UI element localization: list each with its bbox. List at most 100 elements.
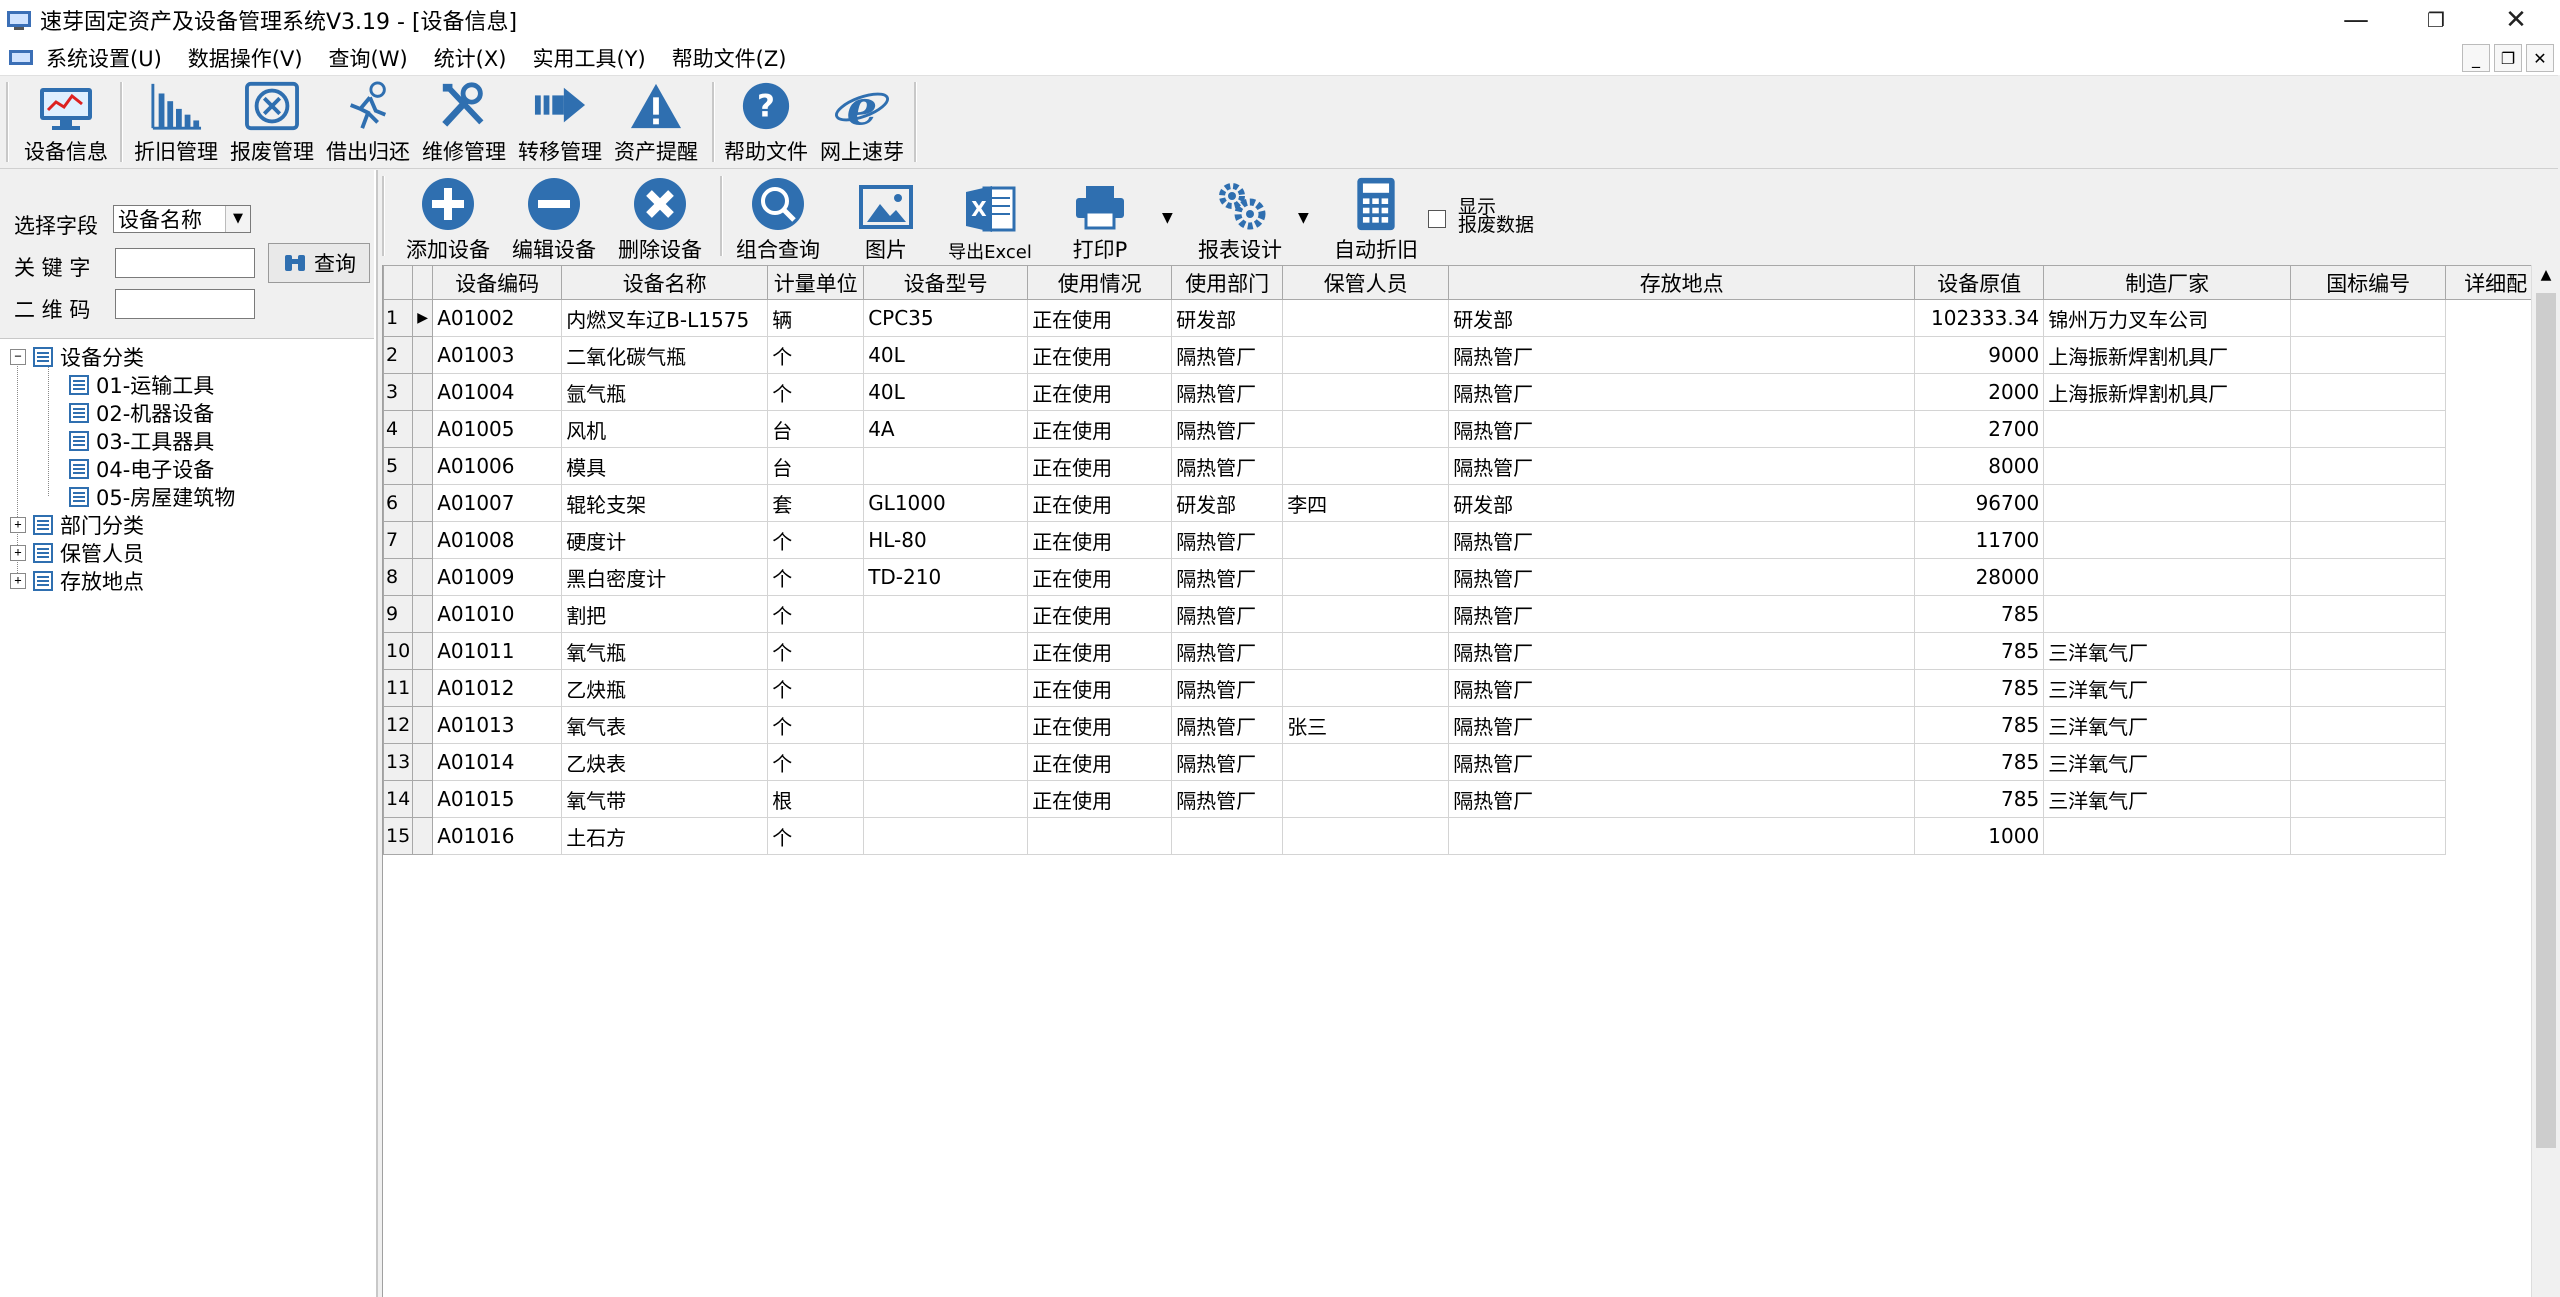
menu-utilities[interactable]: 实用工具(Y): [532, 43, 645, 73]
table-cell[interactable]: 个: [767, 743, 865, 781]
table-cell[interactable]: [863, 669, 1029, 707]
asset-reminder-button[interactable]: 资产提醒: [610, 80, 702, 166]
table-cell[interactable]: [1171, 817, 1284, 855]
table-cell[interactable]: [1282, 558, 1450, 596]
table-cell[interactable]: 个: [767, 669, 865, 707]
mdi-close-button[interactable]: ✕: [2526, 44, 2554, 72]
table-cell[interactable]: 研发部: [1171, 299, 1284, 337]
table-cell[interactable]: 氩气瓶: [561, 373, 769, 411]
table-cell[interactable]: [2043, 558, 2292, 596]
table-cell[interactable]: [863, 817, 1029, 855]
print-dropdown-icon[interactable]: ▼: [1162, 210, 1173, 226]
table-cell[interactable]: 三洋氧气厂: [2043, 632, 2292, 670]
table-cell[interactable]: 隔热管厂: [1448, 743, 1916, 781]
table-cell[interactable]: 正在使用: [1027, 410, 1173, 448]
table-cell[interactable]: [1282, 817, 1450, 855]
column-header[interactable]: 使用部门: [1171, 265, 1284, 300]
query-button[interactable]: 查询: [268, 243, 370, 283]
table-cell[interactable]: A01015: [432, 780, 563, 818]
table-cell[interactable]: 正在使用: [1027, 373, 1173, 411]
table-cell[interactable]: [1282, 521, 1450, 559]
menu-statistics[interactable]: 统计(X): [434, 43, 507, 73]
table-cell[interactable]: A01007: [432, 484, 563, 522]
table-cell[interactable]: 正在使用: [1027, 595, 1173, 633]
table-cell[interactable]: 三洋氧气厂: [2043, 669, 2292, 707]
table-cell[interactable]: [2290, 484, 2447, 522]
table-cell[interactable]: [1282, 632, 1450, 670]
online-suya-button[interactable]: e 网上速芽: [816, 80, 908, 166]
field-select[interactable]: 设备名称 ▼: [113, 205, 251, 233]
table-cell[interactable]: 上海振新焊割机具厂: [2043, 373, 2292, 411]
table-cell[interactable]: 正在使用: [1027, 706, 1173, 744]
table-cell[interactable]: 研发部: [1171, 484, 1284, 522]
table-cell[interactable]: 正在使用: [1027, 336, 1173, 374]
table-cell[interactable]: 正在使用: [1027, 521, 1173, 559]
table-cell[interactable]: [1282, 410, 1450, 448]
table-cell[interactable]: 正在使用: [1027, 743, 1173, 781]
table-cell[interactable]: [2290, 299, 2447, 337]
table-cell[interactable]: 2000: [1914, 373, 2045, 411]
table-cell[interactable]: 三洋氧气厂: [2043, 780, 2292, 818]
table-cell[interactable]: 锦州万力叉车公司: [2043, 299, 2292, 337]
table-cell[interactable]: [1282, 780, 1450, 818]
table-cell[interactable]: 黑白密度计: [561, 558, 769, 596]
table-row[interactable]: 6 A01007 辊轮支架套 GL1000 正在使用 研发部 李四 研发部 96700: [383, 484, 2546, 522]
export-excel-button[interactable]: X 导出Excel: [942, 176, 1038, 264]
table-cell[interactable]: [2290, 373, 2447, 411]
equipment-info-button[interactable]: 设备信息: [20, 80, 112, 166]
table-cell[interactable]: [2290, 595, 2447, 633]
table-cell[interactable]: 隔热管厂: [1171, 706, 1284, 744]
table-cell[interactable]: 9000: [1914, 336, 2045, 374]
table-row[interactable]: 8 A01009 黑白密度计个 TD-210 正在使用 隔热管厂 隔热管厂 28000: [383, 558, 2546, 596]
table-cell[interactable]: 个: [767, 558, 865, 596]
auto-depreciation-button[interactable]: 自动折旧: [1326, 176, 1426, 264]
table-cell[interactable]: A01006: [432, 447, 563, 485]
table-cell[interactable]: 隔热管厂: [1171, 743, 1284, 781]
table-row[interactable]: 10 A01011 氧气瓶个正在使用 隔热管厂 隔热管厂 785 三洋氧气厂: [383, 632, 2546, 670]
table-cell[interactable]: 正在使用: [1027, 558, 1173, 596]
table-row[interactable]: 2 A01003 二氧化碳气瓶个 40L 正在使用 隔热管厂 隔热管厂 9000 上海振新焊割机…: [383, 336, 2546, 374]
tree-node-department[interactable]: + 部门分类: [10, 510, 144, 540]
table-cell[interactable]: 个: [767, 595, 865, 633]
table-cell[interactable]: A01002: [432, 299, 563, 337]
table-cell[interactable]: A01010: [432, 595, 563, 633]
table-cell[interactable]: 正在使用: [1027, 484, 1173, 522]
table-cell[interactable]: [863, 632, 1029, 670]
table-cell[interactable]: 102333.34: [1914, 299, 2045, 337]
table-cell[interactable]: [2043, 595, 2292, 633]
table-row[interactable]: 12 A01013 氧气表个正在使用 隔热管厂 张三 隔热管厂 785 三洋氧气厂: [383, 706, 2546, 744]
table-cell[interactable]: A01016: [432, 817, 563, 855]
table-cell[interactable]: 96700: [1914, 484, 2045, 522]
lend-return-button[interactable]: 借出归还: [322, 80, 414, 166]
table-cell[interactable]: 11700: [1914, 521, 2045, 559]
table-cell[interactable]: 研发部: [1448, 484, 1916, 522]
table-cell[interactable]: GL1000: [863, 484, 1029, 522]
table-cell[interactable]: 模具: [561, 447, 769, 485]
table-cell[interactable]: 套: [767, 484, 865, 522]
table-cell[interactable]: HL-80: [863, 521, 1029, 559]
expand-icon[interactable]: +: [10, 573, 26, 589]
table-row[interactable]: 3 A01004 氩气瓶个 40L 正在使用 隔热管厂 隔热管厂 2000 上海振新焊割机具厂: [383, 373, 2546, 411]
help-file-button[interactable]: ? 帮助文件: [720, 80, 812, 166]
restore-button[interactable]: ❐: [2396, 0, 2476, 40]
table-cell[interactable]: 硬度计: [561, 521, 769, 559]
column-header[interactable]: 存放地点: [1448, 265, 1916, 300]
table-cell[interactable]: 隔热管厂: [1448, 780, 1916, 818]
table-cell[interactable]: [2290, 817, 2447, 855]
table-cell[interactable]: 风机: [561, 410, 769, 448]
table-cell[interactable]: 隔热管厂: [1448, 669, 1916, 707]
table-cell[interactable]: [2043, 447, 2292, 485]
table-cell[interactable]: A01008: [432, 521, 563, 559]
table-row[interactable]: 9 A01010 割把个正在使用 隔热管厂 隔热管厂 785: [383, 595, 2546, 633]
column-header[interactable]: 制造厂家: [2043, 265, 2292, 300]
table-cell[interactable]: CPC35: [863, 299, 1029, 337]
tree-node-machinery[interactable]: 02-机器设备: [68, 398, 214, 428]
table-cell[interactable]: 个: [767, 521, 865, 559]
mdi-restore-button[interactable]: ❐: [2494, 44, 2522, 72]
table-cell[interactable]: [2290, 669, 2447, 707]
table-row[interactable]: 7 A01008 硬度计个 HL-80 正在使用 隔热管厂 隔热管厂 11700: [383, 521, 2546, 559]
table-cell[interactable]: 个: [767, 817, 865, 855]
mdi-child-icon[interactable]: [8, 47, 36, 69]
table-cell[interactable]: [2043, 410, 2292, 448]
table-cell[interactable]: 785: [1914, 595, 2045, 633]
